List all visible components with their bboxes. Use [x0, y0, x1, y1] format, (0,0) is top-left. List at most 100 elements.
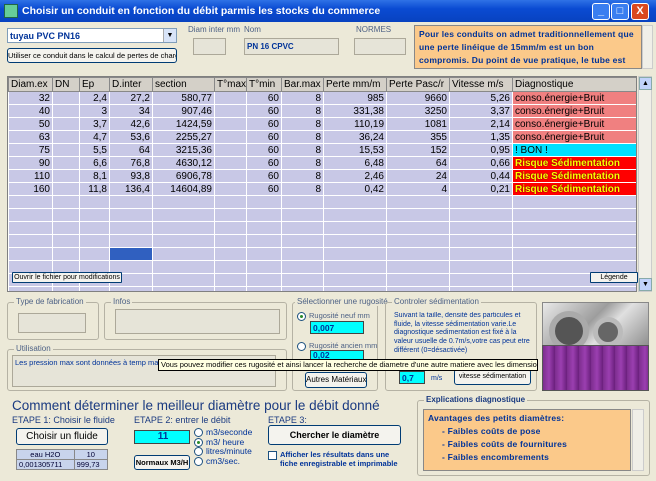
use-in-calc-button[interactable]: Utiliser ce conduit dans le calcul de pe…: [7, 48, 177, 63]
table-cell[interactable]: [449, 208, 513, 222]
table-cell[interactable]: 110: [8, 169, 53, 183]
table-cell[interactable]: 3,7: [79, 117, 110, 131]
table-row[interactable]: [8, 208, 636, 222]
table-cell[interactable]: [323, 260, 387, 274]
table-cell[interactable]: [246, 247, 282, 261]
sedimentation-input[interactable]: 0,7: [399, 371, 425, 384]
table-cell[interactable]: [246, 260, 282, 274]
table-cell[interactable]: [281, 273, 324, 287]
table-cell[interactable]: 6,48: [323, 156, 387, 170]
normaux-button[interactable]: Normaux M3/H: [134, 455, 190, 470]
table-cell[interactable]: 6,6: [79, 156, 110, 170]
table-cell[interactable]: 1424,59: [152, 117, 215, 131]
table-cell[interactable]: 3215,36: [152, 143, 215, 157]
diagnostic-cell[interactable]: conso.énergie+Bruit: [512, 91, 636, 105]
info-scrollbar[interactable]: [642, 25, 653, 69]
table-cell[interactable]: [52, 247, 80, 261]
table-cell[interactable]: [109, 286, 153, 291]
table-cell[interactable]: 60: [246, 169, 282, 183]
table-cell[interactable]: [246, 273, 282, 287]
table-cell[interactable]: 4630,12: [152, 156, 215, 170]
search-diameter-button[interactable]: Chercher le diamètre: [268, 425, 401, 445]
table-cell[interactable]: [52, 130, 80, 144]
table-cell[interactable]: [449, 247, 513, 261]
table-cell[interactable]: [214, 195, 247, 209]
table-cell[interactable]: 580,77: [152, 91, 215, 105]
table-cell[interactable]: [512, 286, 636, 291]
table-row[interactable]: [8, 195, 636, 209]
table-cell[interactable]: [386, 234, 450, 248]
table-cell[interactable]: [386, 247, 450, 261]
table-cell[interactable]: 36,24: [323, 130, 387, 144]
maximize-button[interactable]: □: [611, 3, 629, 20]
table-cell[interactable]: 8: [281, 117, 324, 131]
table-cell[interactable]: 2,46: [323, 169, 387, 183]
table-cell[interactable]: [214, 143, 247, 157]
table-cell[interactable]: [386, 208, 450, 222]
infos-field[interactable]: [115, 309, 280, 334]
table-cell[interactable]: 9660: [386, 91, 450, 105]
table-cell[interactable]: [52, 156, 80, 170]
table-cell[interactable]: [8, 247, 53, 261]
table-cell[interactable]: [52, 117, 80, 131]
table-cell[interactable]: [512, 234, 636, 248]
table-row[interactable]: 160 11,8 136,4 14604,89 60 8 0,42 4 0,21 Risque S…: [8, 182, 636, 196]
table-cell[interactable]: 4: [386, 182, 450, 196]
table-cell[interactable]: [52, 286, 80, 291]
column-header[interactable]: Diam.ex: [8, 77, 53, 92]
nom-field[interactable]: PN 16 CPVC: [244, 38, 339, 55]
table-cell[interactable]: [52, 208, 80, 222]
table-cell[interactable]: 8: [281, 182, 324, 196]
table-cell[interactable]: 3: [79, 104, 110, 118]
table-cell[interactable]: [449, 286, 513, 291]
table-cell[interactable]: 907,46: [152, 104, 215, 118]
choose-fluid-button[interactable]: Choisir un fluide: [16, 428, 108, 445]
table-cell[interactable]: [214, 260, 247, 274]
table-cell[interactable]: 27,2: [109, 91, 153, 105]
table-cell[interactable]: 4,7: [79, 130, 110, 144]
table-cell[interactable]: [449, 273, 513, 287]
table-cell[interactable]: [79, 247, 110, 261]
table-cell[interactable]: 60: [246, 182, 282, 196]
table-row[interactable]: 110 8,1 93,8 6906,78 60 8 2,46 24 0,44 Risque Séd…: [8, 169, 636, 183]
table-cell[interactable]: [281, 195, 324, 209]
table-cell[interactable]: 331,38: [323, 104, 387, 118]
table-cell[interactable]: 60: [246, 117, 282, 131]
table-cell[interactable]: [246, 208, 282, 222]
table-cell[interactable]: [246, 221, 282, 235]
table-cell[interactable]: 8: [281, 156, 324, 170]
table-cell[interactable]: 76,8: [109, 156, 153, 170]
table-cell[interactable]: [449, 221, 513, 235]
table-cell[interactable]: [246, 234, 282, 248]
table-cell[interactable]: [246, 195, 282, 209]
table-row[interactable]: [8, 221, 636, 235]
table-cell[interactable]: [323, 273, 387, 287]
table-cell[interactable]: [281, 221, 324, 235]
table-cell[interactable]: [449, 234, 513, 248]
table-cell[interactable]: 93,8: [109, 169, 153, 183]
table-cell[interactable]: 32: [8, 91, 53, 105]
table-cell[interactable]: [152, 221, 215, 235]
column-header[interactable]: Vitesse m/s: [449, 77, 513, 92]
table-cell[interactable]: [8, 221, 53, 235]
table-cell[interactable]: 60: [246, 104, 282, 118]
table-cell[interactable]: [214, 104, 247, 118]
table-cell[interactable]: 8: [281, 104, 324, 118]
table-cell[interactable]: 8: [281, 169, 324, 183]
table-cell[interactable]: [214, 117, 247, 131]
table-cell[interactable]: 8,1: [79, 169, 110, 183]
table-cell[interactable]: 5,5: [79, 143, 110, 157]
table-cell[interactable]: 160: [8, 182, 53, 196]
table-cell[interactable]: [214, 247, 247, 261]
column-header[interactable]: Perte mm/m: [323, 77, 387, 92]
radio-icon[interactable]: [297, 341, 306, 351]
table-cell[interactable]: [281, 260, 324, 274]
table-cell[interactable]: 40: [8, 104, 53, 118]
table-cell[interactable]: [386, 273, 450, 287]
diagnostic-cell[interactable]: Risque Sédimentation: [512, 182, 636, 196]
table-cell[interactable]: [52, 195, 80, 209]
table-cell[interactable]: [512, 208, 636, 222]
table-cell[interactable]: 8: [281, 91, 324, 105]
table-row[interactable]: 63 4,7 53,6 2255,27 60 8 36,24 355 1,35 conso.éne…: [8, 130, 636, 144]
table-cell[interactable]: [281, 286, 324, 291]
